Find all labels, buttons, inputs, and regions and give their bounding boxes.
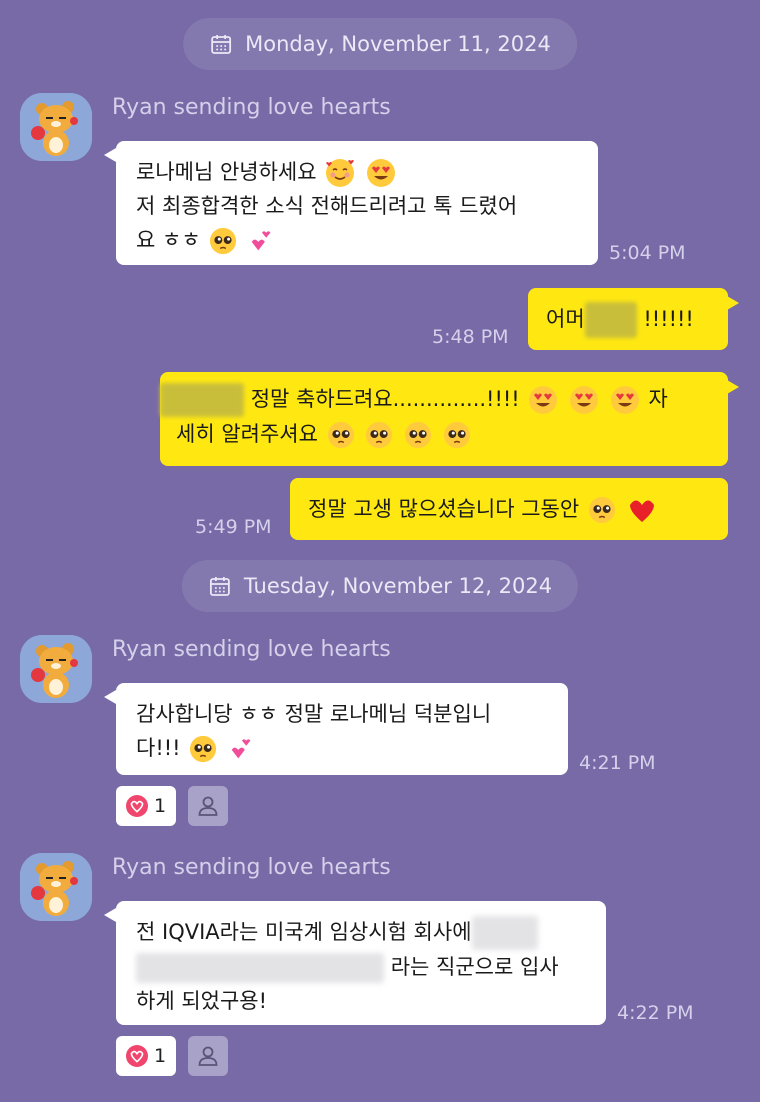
message-line: 라는 직군으로 입사 [136,950,606,984]
redacted-text [136,953,384,983]
heart-reaction-badge[interactable]: 1 [116,1036,177,1076]
red-heart-icon [627,495,657,525]
message-time: 5:04 PM [609,242,686,264]
message-line: 세히 알려주셔요 [160,417,710,451]
message-text: 어머 [546,307,585,331]
message-text: 전 IQVIA라는 미국계 임상시험 회사에 [136,920,472,944]
message-time: 4:22 PM [617,1002,694,1024]
message-line: 저 최종합격한 소식 전해드리려고 톡 드렸어 [136,194,518,218]
message-line: 감사합니당 ㅎㅎ 정말 로나메님 덕분입니 [136,702,492,726]
ryan-avatar-icon [20,635,92,703]
message-bubble[interactable]: 로나메님 안녕하세요 저 최종합격한 소식 전해드리려고 톡 드렸어 요 ㅎㅎ [116,141,598,265]
heart-icon [126,1045,148,1067]
message-text: 라는 직군으로 입사 [390,955,559,979]
redacted-name [584,302,637,338]
pleading-face-icon [189,735,217,763]
calendar-icon [208,574,232,598]
message-text: 세히 알려주셔요 [176,422,318,446]
message-line: 요 ㅎㅎ [136,223,578,257]
date-separator: Tuesday, November 12, 2024 [181,560,579,612]
heart-icon [126,795,148,817]
message-text: 자 [648,387,668,411]
message-line: 전 IQVIA라는 미국계 임상시험 회사에 [136,915,606,950]
date-label: Monday, November 11, 2024 [245,32,551,56]
reaction-count: 1 [154,1045,167,1067]
date-separator: Monday, November 11, 2024 [183,18,577,70]
sender-name: Ryan sending love hearts [112,855,391,880]
message-text: 다!!! [136,736,181,760]
bubble-tail [104,690,116,704]
bubble-tail [104,908,116,922]
message-time: 4:21 PM [579,752,656,774]
two-hearts-icon [228,735,256,763]
heart-eyes-icon [366,158,396,188]
heart-eyes-icon [610,385,640,415]
bubble-tail [727,380,739,394]
ryan-avatar-icon [20,93,92,161]
message-bubble-mine[interactable]: 정말 고생 많으셨습니다 그동안 [290,478,728,540]
bubble-tail [104,148,116,162]
message-text: 로나메님 안녕하세요 [136,160,317,184]
pleading-face-icon [209,227,237,255]
reaction-count: 1 [154,795,167,817]
message-bubble[interactable]: 전 IQVIA라는 미국계 임상시험 회사에 라는 직군으로 입사 하게 되었구… [116,901,606,1025]
pleading-face-icon [588,496,616,524]
message-line: 로나메님 안녕하세요 [136,155,578,189]
message-bubble-mine[interactable]: 어머 !!!!!! [528,288,728,350]
avatar[interactable] [20,635,92,703]
message-line: 다!!! [136,731,548,765]
heart-eyes-icon [528,385,558,415]
ryan-avatar-icon [20,853,92,921]
message-bubble[interactable]: 감사합니당 ㅎㅎ 정말 로나메님 덕분입니 다!!! [116,683,568,775]
redacted-name [160,383,244,417]
message-text: 정말 축하드려요..............!!!! [250,387,520,411]
person-icon [198,1046,218,1066]
sender-name: Ryan sending love hearts [112,637,391,662]
person-icon [198,796,218,816]
avatar[interactable] [20,93,92,161]
reaction-viewers-button[interactable] [188,786,228,826]
two-hearts-icon [248,227,276,255]
pleading-face-icon [404,421,432,449]
message-line: 정말 축하드려요..............!!!! 자 [160,382,710,417]
avatar[interactable] [20,853,92,921]
message-text: 요 ㅎㅎ [136,228,201,252]
pleading-face-icon [365,421,393,449]
message-time: 5:48 PM [432,326,509,348]
heart-reaction-badge[interactable]: 1 [116,786,177,826]
redacted-text [471,916,538,950]
sender-name: Ryan sending love hearts [112,95,391,120]
message-bubble-mine[interactable]: 정말 축하드려요..............!!!! 자 세히 알려주셔요 [160,372,728,466]
heart-eyes-icon [569,385,599,415]
message-line: 하게 되었구용! [136,989,268,1013]
bubble-tail [727,296,739,310]
pleading-face-icon [327,421,355,449]
date-label: Tuesday, November 12, 2024 [243,574,553,598]
message-text: 정말 고생 많으셨습니다 그동안 [308,497,580,521]
calendar-icon [209,32,233,56]
pleading-face-icon [443,421,471,449]
message-time: 5:49 PM [195,516,272,538]
smiling-face-with-hearts-icon [325,158,355,188]
reaction-viewers-button[interactable] [188,1036,228,1076]
message-text: !!!!!! [643,307,694,331]
